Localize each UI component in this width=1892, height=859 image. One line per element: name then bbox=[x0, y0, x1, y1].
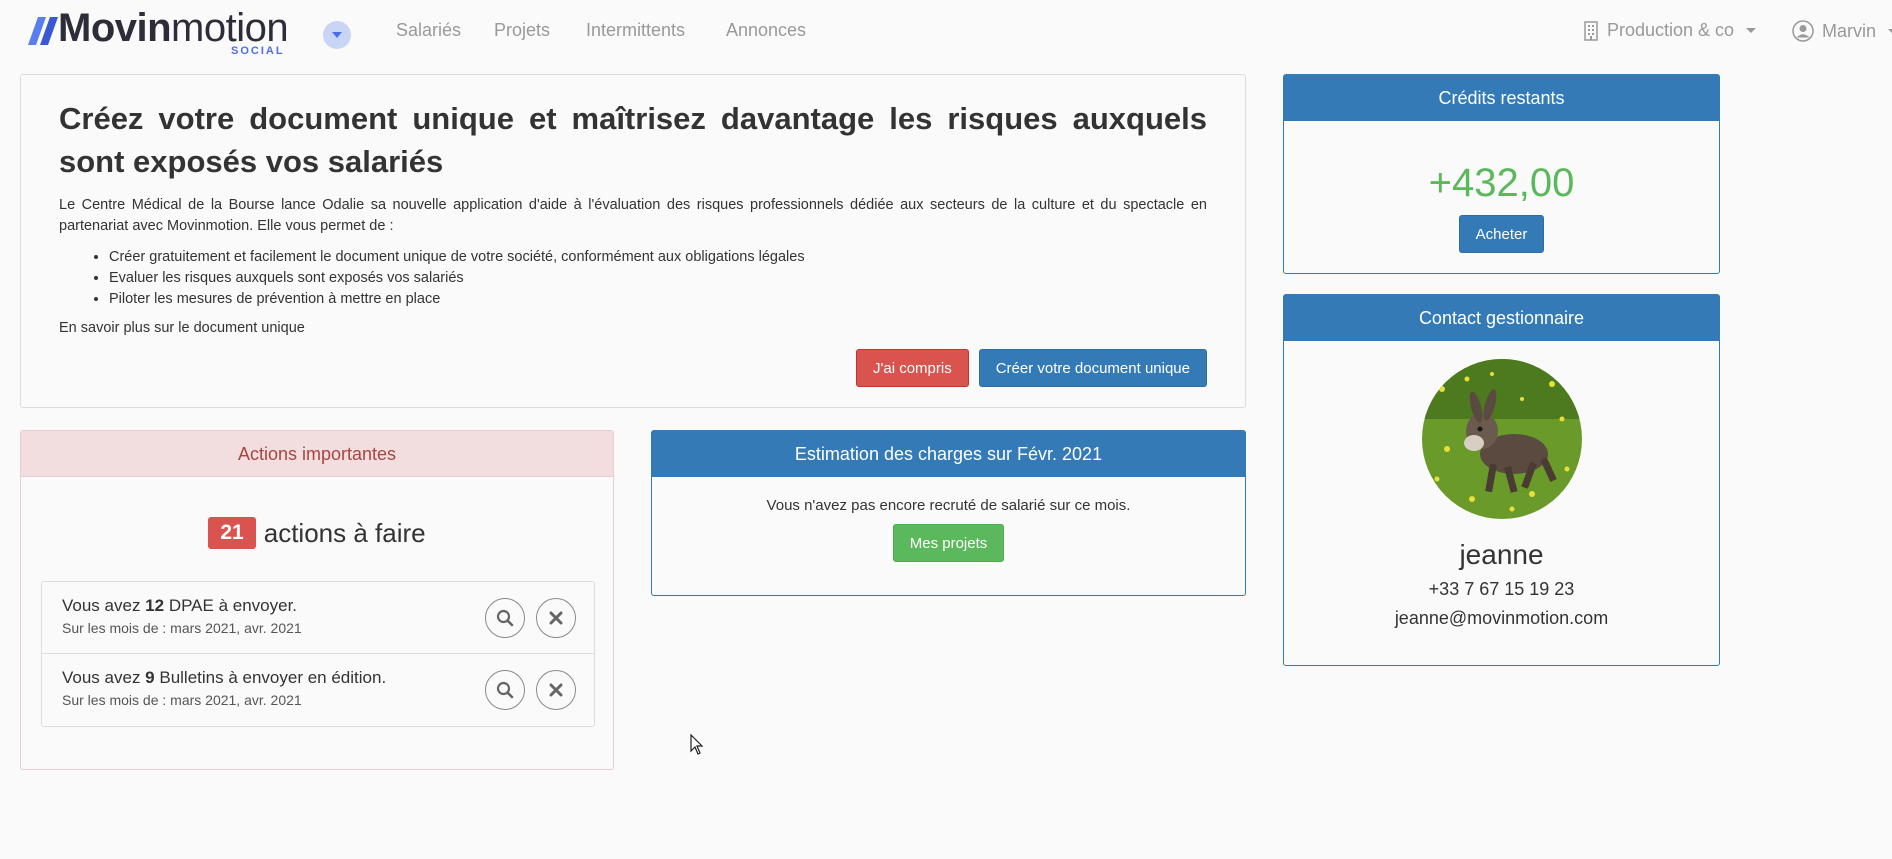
view-button[interactable] bbox=[485, 598, 525, 638]
logo-subtitle: SOCIAL bbox=[231, 45, 285, 57]
company-name: Production & co bbox=[1607, 20, 1735, 40]
create-document-button[interactable]: Créer votre document unique bbox=[978, 349, 1207, 387]
user-circle-icon bbox=[1792, 20, 1814, 42]
user-dropdown[interactable]: Marvin bbox=[1792, 20, 1892, 42]
buy-button[interactable]: Acheter bbox=[1458, 215, 1545, 253]
contact-name: jeanne bbox=[1459, 539, 1544, 570]
logo-text: Movinmotion bbox=[58, 6, 289, 50]
my-projects-button[interactable]: Mes projets bbox=[892, 524, 1005, 562]
charges-estimate-panel: Estimation des charges sur Févr. 2021 Vo… bbox=[651, 430, 1246, 596]
list-item: Evaluer les risques auxquels sont exposé… bbox=[109, 268, 1207, 289]
panel-heading: Contact gestionnaire bbox=[1284, 295, 1719, 341]
list-item: Vous avez 12 DPAE à envoyer. Sur les moi… bbox=[42, 582, 594, 654]
list-item: Vous avez 9 Bulletins à envoyer en éditi… bbox=[42, 654, 594, 726]
promo-title: Créez votre document unique et maîtrisez… bbox=[59, 101, 1207, 179]
contact-phone[interactable]: +33 7 67 15 19 23 bbox=[1284, 579, 1719, 600]
learn-more-link[interactable]: En savoir plus sur le document unique bbox=[59, 320, 1207, 336]
dismiss-button[interactable] bbox=[536, 598, 576, 638]
avatar bbox=[1421, 359, 1582, 519]
top-navbar: Movinmotion SOCIAL Salariés Projets Inte… bbox=[0, 0, 1892, 62]
nav-menu-toggle[interactable] bbox=[323, 21, 351, 49]
panel-heading: Actions importantes bbox=[21, 431, 613, 477]
search-icon bbox=[496, 609, 514, 627]
donkey-photo-icon bbox=[1421, 359, 1582, 519]
contact-email[interactable]: jeanne@movinmotion.com bbox=[1284, 608, 1719, 629]
company-dropdown[interactable]: Production & co bbox=[1583, 20, 1757, 41]
user-name: Marvin bbox=[1822, 20, 1877, 41]
nav-link-salaries[interactable]: Salariés bbox=[396, 20, 461, 41]
caret-down-icon bbox=[1888, 28, 1892, 34]
contact-manager-panel: Contact gestionnaire jeanne +33 7 67 15 … bbox=[1283, 294, 1720, 666]
close-icon bbox=[549, 611, 563, 625]
understood-button[interactable]: J'ai compris bbox=[856, 349, 969, 387]
document-unique-promo: Créez votre document unique et maîtrisez… bbox=[20, 74, 1246, 408]
dismiss-button[interactable] bbox=[536, 670, 576, 710]
nav-link-projets[interactable]: Projets bbox=[494, 20, 550, 41]
panel-heading: Crédits restants bbox=[1284, 75, 1719, 121]
important-actions-panel: Actions importantes 21 actions à faire V… bbox=[20, 430, 614, 770]
view-button[interactable] bbox=[485, 670, 525, 710]
promo-bullet-list: Créer gratuitement et facilement le docu… bbox=[109, 247, 1207, 310]
search-icon bbox=[496, 681, 514, 699]
charges-message: Vous n'avez pas encore recruté de salari… bbox=[766, 497, 1131, 514]
mouse-cursor-icon bbox=[690, 734, 704, 755]
caret-down-icon bbox=[1746, 28, 1757, 33]
count-badge: 21 bbox=[208, 517, 256, 549]
credits-panel: Crédits restants +432,00 Acheter bbox=[1283, 74, 1720, 274]
nav-link-intermittents[interactable]: Intermittents bbox=[586, 20, 685, 41]
logo[interactable]: Movinmotion SOCIAL bbox=[26, 6, 289, 57]
list-item: Piloter les mesures de prévention à mett… bbox=[109, 289, 1207, 310]
credits-value: +432,00 bbox=[1428, 161, 1575, 205]
logo-mark-icon bbox=[28, 17, 58, 45]
promo-text: Le Centre Médical de la Bourse lance Oda… bbox=[59, 197, 1207, 234]
todo-list: Vous avez 12 DPAE à envoyer. Sur les moi… bbox=[41, 581, 595, 727]
panel-heading: Estimation des charges sur Févr. 2021 bbox=[652, 431, 1245, 477]
building-icon bbox=[1584, 20, 1598, 41]
close-icon bbox=[549, 683, 563, 697]
list-item: Créer gratuitement et facilement le docu… bbox=[109, 247, 1207, 268]
chevron-down-icon bbox=[332, 32, 342, 38]
actions-count: 21 actions à faire bbox=[21, 517, 613, 549]
count-label: actions à faire bbox=[263, 517, 426, 548]
nav-link-annonces[interactable]: Annonces bbox=[726, 20, 806, 41]
